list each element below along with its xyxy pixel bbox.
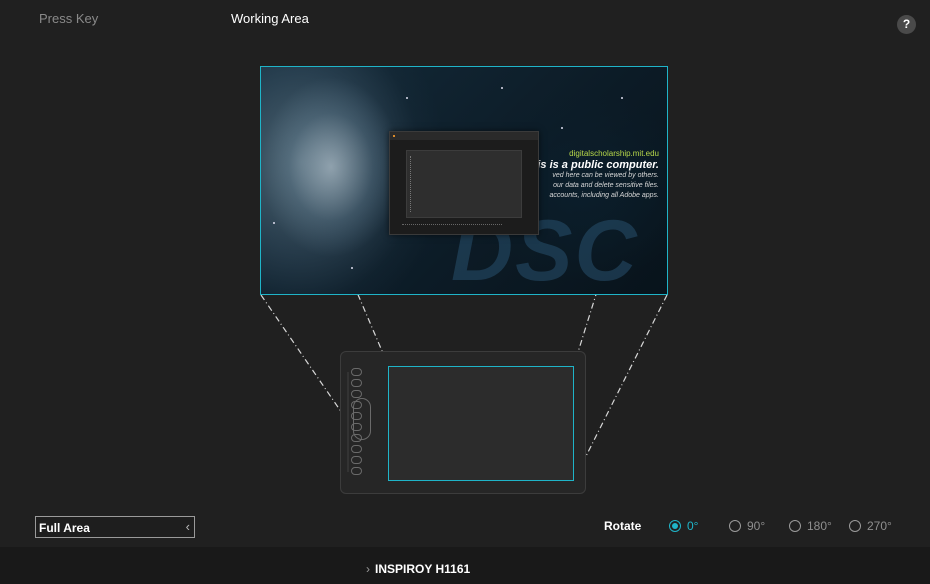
rotate-option-label: 0° (687, 519, 699, 533)
chevron-right-icon: › (366, 562, 370, 576)
notice-website: digitalscholarship.mit.edu (569, 149, 659, 158)
area-dropdown[interactable]: Full Area ‹ (35, 516, 195, 538)
mini-window-keys (410, 156, 418, 212)
rotate-option-label: 90° (747, 519, 766, 533)
rotate-180-radio[interactable]: 180° (789, 519, 832, 533)
star (351, 267, 353, 269)
tablet-edge (347, 372, 349, 472)
radio-icon (789, 520, 801, 532)
tablet-ring (353, 398, 371, 440)
projection-line-bottom-right (573, 294, 668, 481)
mini-window-titlebar (390, 132, 538, 140)
radio-icon (849, 520, 861, 532)
chevron-left-icon: ‹ (185, 519, 190, 534)
radio-selected-icon (669, 520, 681, 532)
mini-app-window (389, 131, 539, 235)
star (561, 127, 563, 129)
star (273, 222, 275, 224)
notice-headline: This is a public computer. (523, 159, 659, 171)
area-dropdown-value: Full Area (39, 521, 90, 535)
notice-line: ved here can be viewed by others. (552, 172, 659, 179)
express-key (351, 456, 362, 464)
rotate-270-radio[interactable]: 270° (849, 519, 892, 533)
express-key (351, 368, 362, 376)
tablet-graphic (340, 351, 586, 494)
rotate-option-label: 180° (807, 519, 832, 533)
star (406, 97, 408, 99)
star (501, 87, 503, 89)
public-computer-notice: digitalscholarship.mit.edu This is a pub… (524, 149, 659, 201)
rotate-90-radio[interactable]: 90° (729, 519, 765, 533)
express-key (351, 445, 362, 453)
express-key (351, 467, 362, 475)
screen-preview: DSC digitalscholarship.mit.edu This is a… (260, 66, 668, 295)
device-name: INSPIROY H1161 (375, 562, 471, 576)
tablet-active-area[interactable] (388, 366, 574, 481)
express-key (351, 390, 362, 398)
notice-line: accounts, including all Adobe apps. (549, 192, 659, 199)
rotate-label: Rotate (604, 519, 642, 533)
mini-window-footer (402, 224, 502, 226)
express-key (351, 379, 362, 387)
radio-icon (729, 520, 741, 532)
device-selector[interactable]: › INSPIROY H1161 (366, 562, 470, 576)
mini-window-panel (406, 150, 522, 218)
star (621, 97, 623, 99)
rotate-option-label: 270° (867, 519, 892, 533)
rotate-0-radio[interactable]: 0° (669, 519, 698, 533)
mini-window-dot (393, 135, 395, 137)
notice-line: our data and delete sensitive files. (553, 182, 659, 189)
